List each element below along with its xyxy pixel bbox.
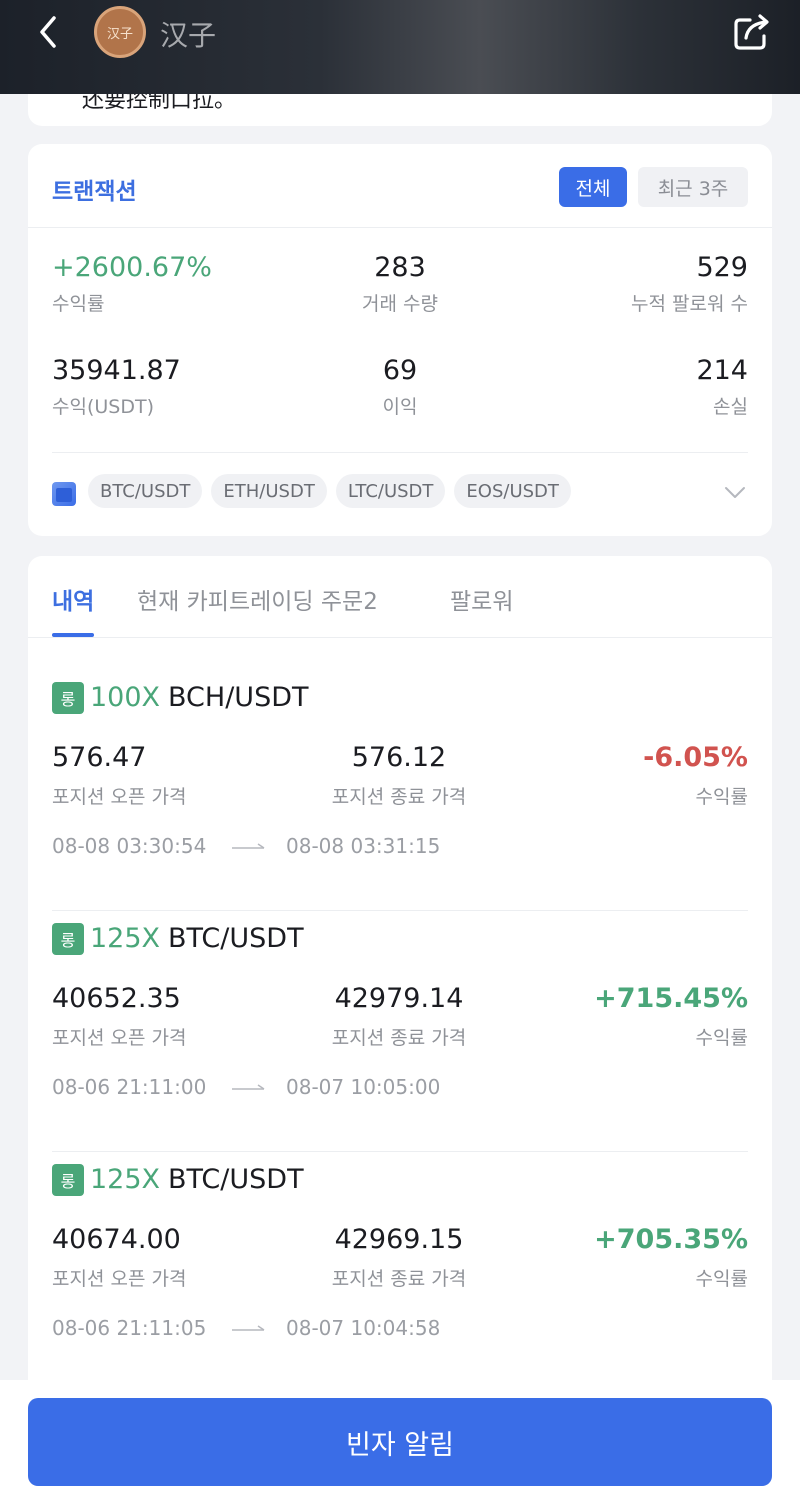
stat-trade-count: 283 거래 수량 [362,252,438,316]
stat-label: 손실 [713,396,748,418]
back-arrow-icon[interactable] [34,14,66,50]
trader-name: 汉子 [160,19,217,52]
tab-current-orders[interactable]: 현재 카피트레이딩 주문2 [137,582,378,616]
top-app-bar: 汉子 汉子 [0,0,800,94]
divider [52,452,748,453]
leverage: 100X [90,682,161,713]
close-price: 42969.15 [334,1224,464,1255]
open-time: 08-08 03:30:54 [52,834,207,858]
stat-label: 수익(USDT) [52,396,154,418]
close-price-label: 포지션 종료 가격 [331,786,467,808]
open-price: 40652.35 [52,983,181,1014]
stat-value: 214 [696,355,748,386]
open-price: 576.47 [52,742,147,773]
close-time: 08-08 03:31:15 [286,834,441,858]
pair-tag[interactable]: LTC/USDT [335,474,446,508]
close-price: 42979.14 [334,983,464,1014]
stat-followers: 529 누적 팔로워 수 [631,252,748,316]
side-badge: 롱 [52,682,84,714]
share-icon[interactable] [732,12,772,52]
active-tab-indicator [52,633,94,637]
pair-tag[interactable]: EOS/USDT [454,474,571,508]
symbol: BTC/USDT [168,923,304,954]
tab-bar: 내역 현재 카피트레이딩 주문2 팔로워 [28,556,772,638]
open-price-label: 포지션 오픈 가격 [52,1027,187,1049]
pair-tag[interactable]: BTC/USDT [88,474,203,508]
transaction-stats-card: 트랜잭션 전체 최근 3주 +2600.67% 수익률 283 거래 수량 52… [28,144,772,536]
stat-roi: +2600.67% 수익률 [52,252,212,316]
notify-button[interactable]: 빈자 알림 [28,1398,772,1486]
trade-record[interactable]: 롱 125X BTC/USDT 40674.00 포지션 오픈 가격 42969… [28,1152,772,1394]
open-price-label: 포지션 오픈 가격 [52,786,187,808]
trade-record[interactable]: 롱 125X BTC/USDT 40652.35 포지션 오픈 가격 42979… [28,911,772,1153]
open-time: 08-06 21:11:05 [52,1316,207,1340]
stat-profit-usdt: 35941.87 수익(USDT) [52,355,181,419]
side-badge: 롱 [52,1164,84,1196]
roi-value: +705.35% [594,1224,748,1255]
section-title: 트랜잭션 [52,179,137,205]
long-arrow-icon [232,1084,265,1090]
bottom-action-bar: 빈자 알림 [0,1380,800,1504]
stat-value: 283 [374,252,426,283]
roi-value: +715.45% [594,983,748,1014]
trade-history-card: 내역 현재 카피트레이딩 주문2 팔로워 롱 100X BCH/USDT 576… [28,556,772,1416]
pair-tag[interactable]: ETH/USDT [211,474,327,508]
chevron-down-icon[interactable] [724,486,746,500]
open-price: 40674.00 [52,1224,181,1255]
pairs-icon [52,482,76,506]
stat-label: 수익률 [52,293,105,315]
tab-followers[interactable]: 팔로워 [450,582,513,616]
avatar-text: 汉子 [106,26,133,42]
symbol: BTC/USDT [168,1164,304,1195]
stat-value: 35941.87 [52,355,181,386]
open-price-label: 포지션 오픈 가격 [52,1268,187,1290]
trading-pairs-list: BTC/USDT ETH/USDT LTC/USDT EOS/USDT [88,474,571,508]
roi-value: -6.05% [643,742,748,773]
stat-label: 누적 팔로워 수 [631,293,748,315]
long-arrow-icon [232,1325,265,1331]
side-badge: 롱 [52,923,84,955]
avatar[interactable]: 汉子 [94,6,146,58]
close-time: 08-07 10:05:00 [286,1075,441,1099]
roi-label: 수익률 [695,1027,748,1049]
long-arrow-icon [232,843,265,849]
roi-label: 수익률 [695,786,748,808]
roi-label: 수익률 [695,1268,748,1290]
leverage: 125X [90,923,161,954]
close-time: 08-07 10:04:58 [286,1316,441,1340]
close-price: 576.12 [351,742,447,773]
range-recent-button[interactable]: 최근 3주 [638,167,748,207]
close-price-label: 포지션 종료 가격 [331,1268,467,1290]
range-all-button[interactable]: 전체 [559,167,627,207]
stat-label: 거래 수량 [362,293,438,315]
symbol: BCH/USDT [168,682,309,713]
tab-history[interactable]: 내역 [52,582,94,616]
stat-wins: 69 이익 [383,355,418,419]
stat-label: 이익 [382,396,418,418]
trade-record[interactable]: 롱 100X BCH/USDT 576.47 포지션 오픈 가격 576.12 … [28,670,772,912]
open-time: 08-06 21:11:00 [52,1075,207,1099]
stat-value: 69 [382,355,418,386]
close-price-label: 포지션 종료 가격 [331,1027,467,1049]
stat-losses: 214 손실 [696,355,748,419]
divider [28,227,772,228]
stat-value: 529 [696,252,748,283]
leverage: 125X [90,1164,161,1195]
stat-value: +2600.67% [52,252,212,283]
